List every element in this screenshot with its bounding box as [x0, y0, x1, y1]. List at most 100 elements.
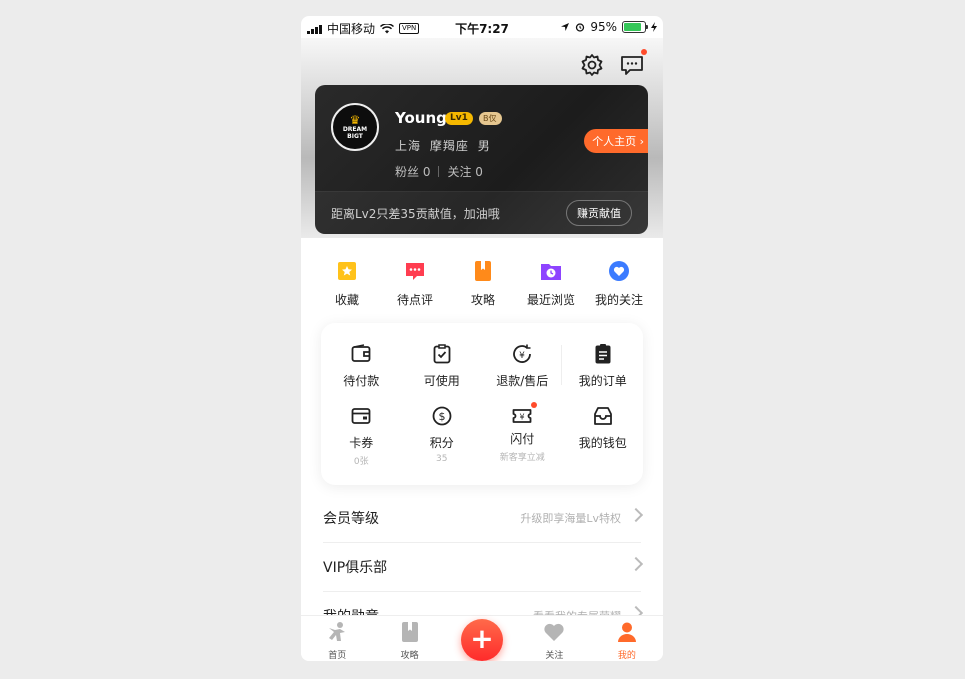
header-actions [579, 49, 647, 78]
user-icon [617, 622, 636, 642]
clipboard-check-icon [433, 344, 451, 364]
list-item-member-level[interactable]: 会员等级 升级即享海量Lv特权 [323, 494, 644, 543]
quick-link-recent[interactable]: 最近浏览 [517, 260, 585, 308]
tab-home[interactable]: 首页 [301, 616, 373, 661]
charging-icon [651, 22, 657, 32]
quick-pay-label: 闪付 [510, 432, 535, 446]
battery-percent: 95% [590, 20, 617, 34]
b-badge[interactable]: B仅 [479, 112, 502, 125]
level-progress-text: 距离Lv2只差35贡献值，加油哦 [331, 207, 500, 221]
coupon-card-icon [351, 408, 371, 424]
user-city: 上海 [395, 139, 422, 153]
refund-after-sales[interactable]: ¥ 退款/售后 [482, 343, 563, 405]
tab-following[interactable]: 关注 [518, 616, 590, 661]
tab-publish[interactable]: + [446, 616, 518, 661]
personal-homepage-label: 个人主页 [592, 135, 637, 148]
svg-text:¥: ¥ [520, 413, 525, 422]
list-item-hint: 升级即享海量Lv特权 [520, 512, 621, 525]
quick-link-following[interactable]: 我的关注 [585, 260, 653, 308]
message-icon[interactable] [619, 49, 647, 78]
points[interactable]: $ 积分 35 [402, 405, 483, 467]
settings-gear-icon[interactable] [579, 52, 605, 78]
fans-count[interactable]: 粉丝 0 [395, 163, 430, 180]
quick-link-guides[interactable]: 攻略 [449, 260, 517, 308]
heart-icon [544, 623, 565, 641]
chevron-right-icon [628, 507, 644, 523]
quick-pay[interactable]: ¥ 闪付 新客享立减 [482, 402, 563, 467]
coupons-count: 0张 [353, 457, 369, 467]
chevron-right-icon [628, 556, 644, 572]
available-to-use[interactable]: 可使用 [402, 343, 483, 405]
quick-link-label: 我的关注 [594, 293, 643, 307]
points-value: 35 [436, 454, 448, 464]
level-progress-bar: 距离Lv2只差35贡献值，加油哦 赚贡献值 [315, 191, 648, 234]
points-label: 积分 [429, 436, 454, 450]
quick-link-label: 收藏 [334, 293, 359, 307]
pending-payment-label: 待付款 [343, 374, 380, 388]
quick-link-favorites[interactable]: 收藏 [313, 260, 381, 308]
tab-guides[interactable]: 攻略 [373, 616, 445, 661]
my-wallet-label: 我的钱包 [578, 436, 627, 450]
crown-icon: ♛ [349, 113, 361, 127]
list-item-vip-club[interactable]: VIP俱乐部 [323, 543, 644, 592]
notification-dot [531, 402, 538, 408]
quick-pay-icon: ¥ [512, 409, 532, 423]
wallet-icon [351, 344, 371, 362]
user-gender: 男 [477, 139, 491, 153]
level-badge[interactable]: Lv1 [445, 112, 473, 125]
svg-text:$: $ [438, 410, 445, 423]
available-to-use-label: 可使用 [423, 374, 460, 388]
earn-contribution-button[interactable]: 赚贡献值 [566, 200, 632, 226]
guide-book-icon [475, 261, 491, 281]
quick-pay-promo: 新客享立减 [499, 453, 545, 463]
plus-icon: + [461, 619, 504, 661]
my-orders-label: 我的订单 [578, 374, 627, 388]
tab-label: 关注 [545, 651, 564, 661]
history-clock-icon [541, 264, 561, 280]
home-figure-icon [329, 622, 346, 641]
star-bookmark-icon [338, 262, 356, 280]
orders-panel: 待付款 可使用 ¥ 退款/售后 我的订单 卡券 0张 $ 积分 35 ¥ 闪付 … [321, 323, 643, 485]
tab-label: 我的 [617, 651, 636, 661]
avatar-text-line2: BIGT [347, 133, 363, 140]
tab-mine[interactable]: 我的 [591, 616, 663, 661]
quick-pay-icon-wrap: ¥ [511, 402, 538, 427]
location-arrow-icon [561, 23, 570, 31]
user-info: 上海 摩羯座 男 [395, 137, 491, 154]
quick-link-label: 攻略 [470, 293, 495, 307]
list-item-label: VIP俱乐部 [323, 560, 388, 576]
refund-icon: ¥ [513, 344, 532, 363]
points-coin-icon: $ [432, 406, 452, 426]
comment-icon [406, 263, 424, 280]
chevron-right-icon: › [636, 135, 644, 148]
personal-homepage-button[interactable]: 个人主页 › [584, 129, 648, 153]
refund-after-sales-label: 退款/售后 [496, 374, 549, 388]
tab-label: 攻略 [400, 651, 419, 661]
divider [561, 345, 562, 385]
divider [438, 166, 440, 177]
alarm-icon [576, 23, 585, 32]
avatar[interactable]: ♛ DREAM BIGT [331, 103, 379, 151]
quick-link-to-review[interactable]: 待点评 [381, 260, 449, 308]
list-item-label: 会员等级 [323, 511, 379, 527]
pending-payment[interactable]: 待付款 [321, 343, 402, 405]
profile-card: ♛ DREAM BIGT Young Lv1 B仅 上海 摩羯座 男 粉丝 0 … [315, 85, 648, 234]
follow-stats: 粉丝 0 关注 0 [395, 163, 483, 180]
user-zodiac: 摩羯座 [429, 139, 469, 153]
bottom-tab-bar: 首页 攻略 + 关注 我的 [301, 615, 663, 661]
guide-book-icon [401, 622, 418, 642]
purse-icon [593, 407, 612, 425]
app-screen: 中国移动 VPN 下午7:27 95% ♛ DREAM BIGT Young L… [301, 16, 663, 661]
my-orders[interactable]: 我的订单 [563, 343, 644, 405]
coupons[interactable]: 卡券 0张 [321, 405, 402, 467]
notification-dot [641, 49, 647, 55]
battery-icon [622, 21, 648, 33]
order-list-icon [595, 344, 611, 364]
avatar-text-line1: DREAM [342, 126, 368, 133]
quick-link-label: 待点评 [396, 293, 433, 307]
status-bar: 中国移动 VPN 下午7:27 95% [301, 16, 663, 38]
quick-link-label: 最近浏览 [526, 293, 575, 307]
following-count[interactable]: 关注 0 [447, 163, 482, 180]
my-wallet[interactable]: 我的钱包 [563, 405, 644, 467]
coupons-label: 卡券 [349, 436, 374, 450]
